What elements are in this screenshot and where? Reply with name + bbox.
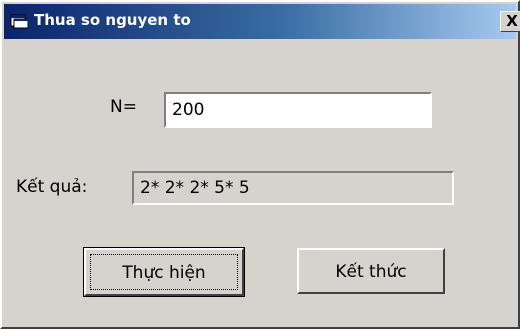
exit-button-label: Kết thức: [335, 262, 407, 282]
n-input[interactable]: [164, 92, 432, 128]
result-label: Kết quả:: [16, 177, 88, 197]
title-bar[interactable]: Thua so nguyen to X: [4, 4, 520, 39]
window-title: Thua so nguyen to: [34, 11, 191, 29]
n-label: N=: [110, 97, 137, 117]
app-window-icon: [10, 14, 28, 29]
app-window: Thua so nguyen to X N= Kết quả: 2* 2* 2*…: [0, 0, 520, 329]
close-icon: X: [506, 12, 518, 30]
exit-button[interactable]: Kết thức: [297, 248, 445, 294]
execute-button[interactable]: Thực hiện: [83, 247, 245, 297]
result-field[interactable]: 2* 2* 2* 5* 5: [132, 171, 454, 205]
close-button[interactable]: X: [500, 11, 520, 32]
execute-button-label: Thực hiện: [122, 263, 206, 283]
